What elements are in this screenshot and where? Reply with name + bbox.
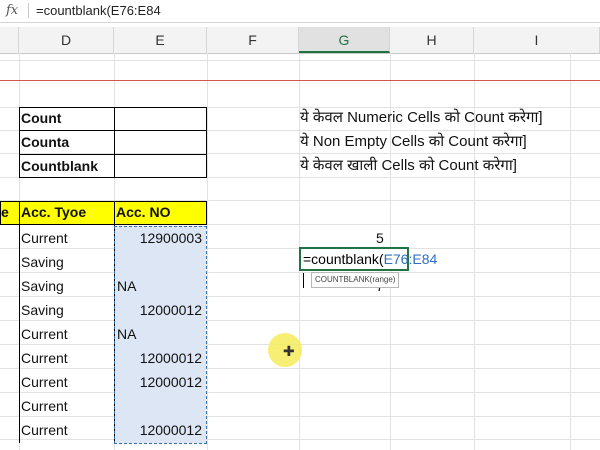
edit-cell-function: =countblank(: [303, 251, 384, 267]
grid-line: [0, 296, 600, 297]
table-cell-acc-type[interactable]: Current: [21, 347, 68, 370]
table-header-c-fragment: e: [1, 204, 9, 220]
table-cell-acc-type[interactable]: Current: [21, 395, 68, 418]
summary-label-counta: Counta: [21, 134, 70, 150]
formula-bar[interactable]: fx =countblank(E76:E84: [0, 0, 600, 23]
column-header-f[interactable]: F: [207, 27, 299, 53]
column-header-g[interactable]: G: [299, 27, 390, 53]
text-caret: [303, 272, 304, 288]
grid-line: [0, 368, 600, 369]
column-header-d[interactable]: D: [19, 27, 114, 53]
grid-line: [207, 53, 208, 450]
page-break-line: [0, 80, 600, 81]
table-cell-acc-type[interactable]: Saving: [21, 251, 64, 274]
crosshair-cursor-icon: ✚: [283, 343, 295, 359]
grid-line: [0, 439, 600, 440]
table-cell-acc-type[interactable]: Saving: [21, 275, 64, 298]
range-reference-border: [114, 226, 207, 444]
summary-box-divider: [114, 107, 115, 178]
table-cell-acc-type[interactable]: Current: [21, 227, 68, 250]
table-header-acc-no: Acc. NO: [116, 204, 171, 220]
summary-label-countblank: Countblank: [21, 158, 98, 174]
table-cell-acc-type[interactable]: Saving: [21, 299, 64, 322]
grid-line: [0, 392, 600, 393]
grid-line: [0, 416, 600, 417]
summary-label-count: Count: [21, 110, 62, 126]
note-countblank: ये केवल खाली Cells को Count करेगा]: [300, 157, 517, 174]
note-counta: ये Non Empty Cells को Count करेगा]: [300, 133, 527, 150]
column-header-e[interactable]: E: [114, 27, 207, 53]
formula-bar-separator: [28, 3, 29, 18]
note-count: ये केवल Numeric Cells को Count करेगा]: [300, 109, 543, 126]
column-header-i[interactable]: I: [474, 27, 600, 53]
function-syntax-tooltip[interactable]: COUNTBLANK(range): [311, 272, 400, 288]
formula-input[interactable]: =countblank(E76:E84: [36, 3, 161, 18]
table-header-divider: [114, 201, 115, 225]
column-header-h[interactable]: H: [390, 27, 474, 53]
column-header-c[interactable]: [0, 27, 19, 53]
table-header-acc-type: Acc. Tyoe: [21, 204, 87, 220]
table-border: [19, 225, 20, 443]
fx-icon[interactable]: fx: [6, 3, 18, 18]
table-cell-acc-type[interactable]: Current: [21, 419, 68, 442]
grid-line: [0, 60, 600, 61]
active-edit-cell[interactable]: =countblank(E76:E84: [299, 247, 437, 288]
grid-line: [0, 272, 600, 273]
table-cell-acc-type[interactable]: Current: [21, 371, 68, 394]
table-header-divider: [19, 201, 20, 225]
edit-cell-range-ref: E76:E84: [383, 251, 438, 267]
table-cell-acc-type[interactable]: Current: [21, 323, 68, 346]
grid-line: [0, 320, 600, 321]
grid-line: [570, 53, 571, 450]
column-headers: D E F G H I: [0, 27, 600, 54]
